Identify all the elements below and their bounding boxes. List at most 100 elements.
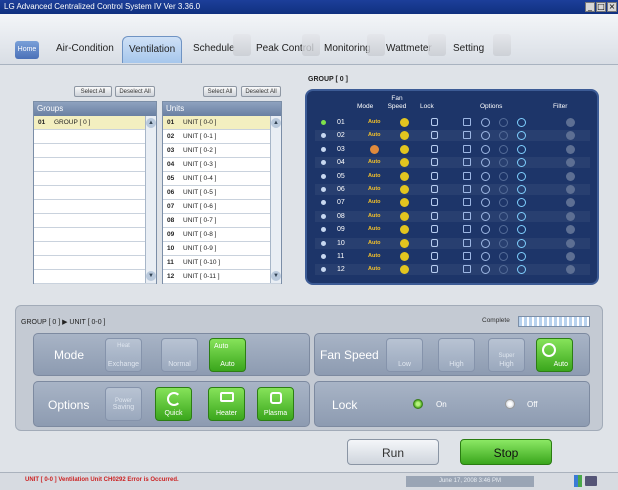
fan-auto-button[interactable]: Auto [536,338,573,372]
units-list: Units 01 UNIT [ 0-0 ] 02 UNIT [ 0-1 ] 03 UNIT… [162,101,282,284]
title-bar: LG Advanced Centralized Control System I… [0,0,618,14]
unit-mode-value: Auto [368,226,381,233]
unit-row-number: 08 [337,212,345,220]
table-row[interactable]: 12 Auto [315,264,590,276]
schedule-icon [233,34,251,56]
close-button[interactable]: × [607,2,617,12]
status-dot-icon [321,160,326,166]
list-item-empty [34,200,156,214]
units-deselect-all-button[interactable]: Deselect All [241,86,281,97]
maximize-button[interactable]: □ [596,2,606,12]
unit-name: UNIT [ 0-1 ] [183,133,217,140]
list-item[interactable]: 04 UNIT [ 0-3 ] [163,158,281,172]
run-button[interactable]: Run [347,439,439,465]
power-saving-button[interactable]: Power Saving [105,387,142,421]
list-item[interactable]: 07 UNIT [ 0-6 ] [163,200,281,214]
tab-air-condition[interactable]: Air-Condition [50,37,120,61]
scroll-up-icon[interactable]: ▲ [271,118,281,128]
quick-option-icon [481,225,490,235]
quick-option-icon [481,158,490,168]
lock-label: Lock [332,398,358,412]
complete-progress-bar [518,316,590,327]
list-item-empty [34,214,156,228]
status-error-message: UNIT [ 0-0 ] Ventilation Unit CH0292 Err… [25,477,179,483]
list-item[interactable]: 03 UNIT [ 0-2 ] [163,144,281,158]
fan-low-button[interactable]: Low [386,338,423,372]
lock-off-radio[interactable] [505,399,515,409]
power-saving-option-icon [463,198,471,207]
list-item[interactable]: 10 UNIT [ 0-9 ] [163,242,281,256]
lock-icon [431,118,438,126]
table-row[interactable]: 07 Auto [315,197,590,208]
heater-option-icon [499,171,508,181]
table-row[interactable]: 03 [315,144,590,155]
unit-name: UNIT [ 0-6 ] [183,203,217,210]
units-select-all-button[interactable]: Select All [203,86,237,97]
scroll-down-icon[interactable]: ▼ [271,271,281,281]
unit-name: UNIT [ 0-10 ] [183,259,221,266]
filter-icon [566,131,575,141]
status-dot-icon [321,227,326,233]
unit-name: UNIT [ 0-5 ] [183,189,217,196]
unit-mode-value: Auto [368,159,381,166]
table-row[interactable]: 08 Auto [315,210,590,222]
table-row[interactable]: 06 Auto [315,184,590,195]
list-item[interactable]: 02 UNIT [ 0-1 ] [163,130,281,144]
fan-speed-label: Fan Speed [320,348,379,362]
plasma-option-icon [517,118,526,127]
list-item-empty [34,158,156,172]
unit-mode-value: Auto [368,119,381,125]
plasma-option-icon [517,225,526,235]
plasma-option-icon [517,144,526,154]
scroll-up-icon[interactable]: ▲ [146,118,156,128]
table-row[interactable]: 10 Auto [315,237,590,249]
list-item[interactable]: 11 UNIT [ 0-10 ] [163,256,281,270]
units-scrollbar[interactable]: ▲ ▼ [270,116,281,283]
groups-scrollbar[interactable]: ▲ ▼ [145,116,156,283]
list-item[interactable]: 01 GROUP [ 0 ] [34,116,156,130]
unit-name: UNIT [ 0-2 ] [183,147,217,154]
mode-auto-button[interactable]: Auto Auto [209,338,246,372]
fan-high-button[interactable]: High [438,338,475,372]
groups-select-all-button[interactable]: Select All [74,86,112,97]
table-row[interactable]: 11 Auto [315,251,590,262]
quick-button[interactable]: Quick [155,387,192,421]
scroll-down-icon[interactable]: ▼ [146,271,156,281]
lock-icon [431,265,438,274]
lock-on-radio[interactable] [413,399,423,409]
list-item[interactable]: 06 UNIT [ 0-5 ] [163,186,281,200]
mode-heat-exchange-button[interactable]: Heat Exchange [105,338,142,372]
unit-name: UNIT [ 0-11 ] [183,273,220,280]
wattmeter-icon [428,34,446,56]
stop-button[interactable]: Stop [460,439,552,465]
unit-mode-value: Auto [368,253,381,259]
quick-option-icon [481,118,490,127]
unit-number: 11 [167,259,174,266]
fan-super-high-button[interactable]: Super High [488,338,525,372]
list-item[interactable]: 01 UNIT [ 0-0 ] [163,116,281,130]
groups-deselect-all-button[interactable]: Deselect All [115,86,155,97]
mode-normal-button[interactable]: Normal [161,338,198,372]
unit-row-number: 01 [337,119,345,126]
power-saving-option-icon [463,158,471,167]
plasma-option-icon [517,252,526,261]
filter-icon [566,211,575,221]
plasma-icon [270,392,282,404]
plasma-button[interactable]: Plasma [257,387,294,421]
tab-home[interactable]: Home [15,41,39,59]
table-row[interactable]: 02 Auto [315,130,590,142]
button-label: Plasma [263,410,288,417]
tab-setting[interactable]: Setting [447,37,490,61]
table-row[interactable]: 09 Auto [315,224,590,235]
list-item[interactable]: 12 UNIT [ 0-11 ] [163,270,281,284]
heater-button[interactable]: Heater [208,387,245,421]
quick-option-icon [481,131,490,141]
tab-ventilation[interactable]: Ventilation [122,36,183,63]
list-item[interactable]: 09 UNIT [ 0-8 ] [163,228,281,242]
list-item[interactable]: 05 UNIT [ 0-4 ] [163,172,281,186]
table-row[interactable]: 04 Auto [315,157,590,169]
table-row[interactable]: 01 Auto [315,117,590,128]
list-item[interactable]: 08 UNIT [ 0-7 ] [163,214,281,228]
table-row[interactable]: 05 Auto [315,171,590,182]
minimize-button[interactable]: _ [585,2,595,12]
